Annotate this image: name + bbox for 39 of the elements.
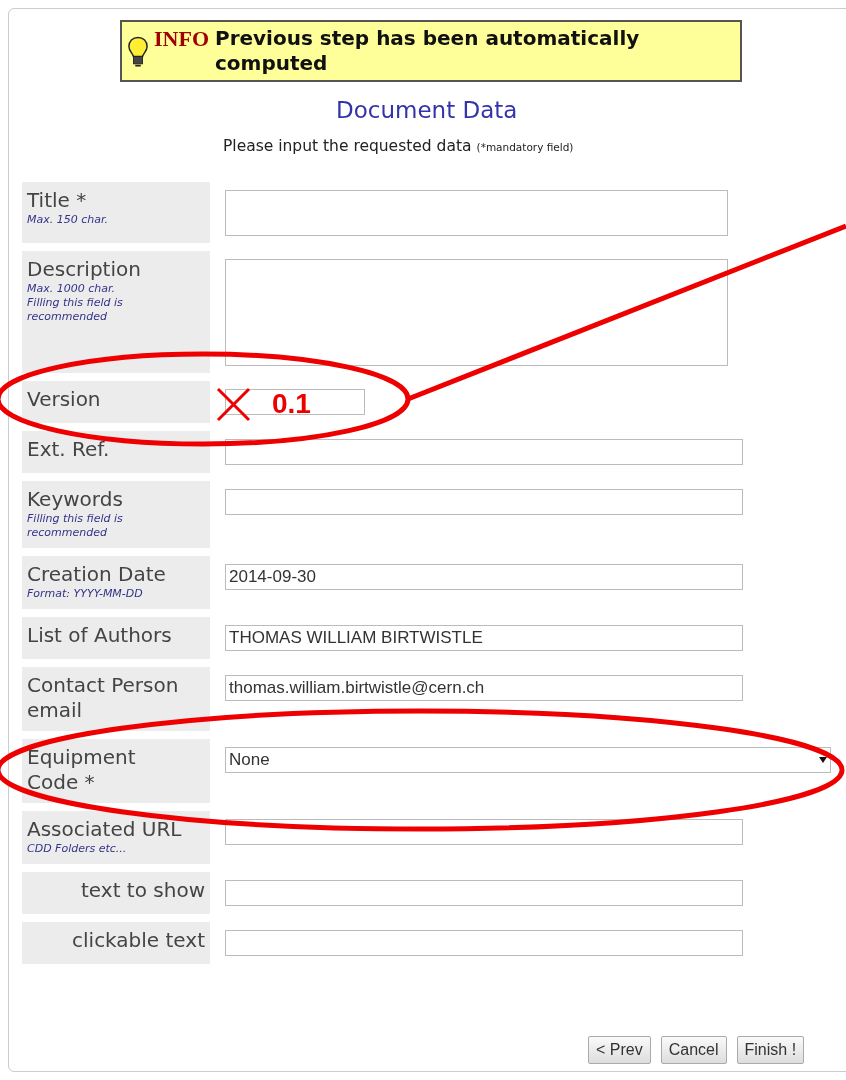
- info-message: Previous step has been automatically computed: [215, 26, 641, 76]
- text-area[interactable]: [225, 259, 728, 366]
- field-label: clickable text: [72, 928, 205, 953]
- field-label: Equipment Code *: [27, 745, 137, 795]
- field-hint: Format: YYYY-MM-DD: [27, 587, 143, 601]
- input-field[interactable]: [225, 930, 743, 956]
- dropdown[interactable]: None: [225, 747, 831, 773]
- field-label: Version: [27, 387, 101, 412]
- input-field[interactable]: THOMAS WILLIAM BIRTWISTLE: [225, 625, 743, 651]
- field-label: Creation Date: [27, 562, 166, 587]
- field-label: Description: [27, 257, 141, 282]
- input-field[interactable]: [225, 880, 743, 906]
- instructions: Please input the requested data: [223, 136, 472, 156]
- input-field[interactable]: [225, 489, 743, 515]
- field-label: Ext. Ref.: [27, 437, 110, 462]
- mandatory-note: (*mandatory field): [476, 140, 574, 155]
- input-field[interactable]: [225, 389, 365, 415]
- field-label: text to show: [81, 878, 205, 903]
- input-field[interactable]: [225, 439, 743, 465]
- annotation-value: 0.1: [272, 388, 311, 420]
- nav-button[interactable]: < Prev: [588, 1036, 651, 1064]
- nav-button[interactable]: Cancel: [660, 1036, 727, 1064]
- field-label: Contact Person email: [27, 673, 180, 723]
- field-hint: CDD Folders etc...: [27, 842, 127, 856]
- nav-button[interactable]: Finish !: [736, 1036, 805, 1064]
- field-hint: Filling this field is recommended: [27, 512, 124, 540]
- cross-icon: [216, 387, 251, 422]
- lightbulb-icon: [128, 36, 148, 68]
- field-hint: Max. 1000 char. Filling this field is recommended: [27, 282, 124, 324]
- input-field[interactable]: 2014-09-30: [225, 564, 743, 590]
- info-label: INFO: [154, 26, 209, 51]
- input-field[interactable]: thomas.william.birtwistle@cern.ch: [225, 675, 743, 701]
- field-label: Keywords: [27, 487, 123, 512]
- form-heading: Document Data: [336, 96, 518, 124]
- field-label: Associated URL: [27, 817, 182, 842]
- field-hint: Max. 150 char.: [27, 213, 108, 227]
- field-label: List of Authors: [27, 623, 172, 648]
- caret-icon: [819, 757, 827, 763]
- field-label: Title *: [27, 188, 87, 213]
